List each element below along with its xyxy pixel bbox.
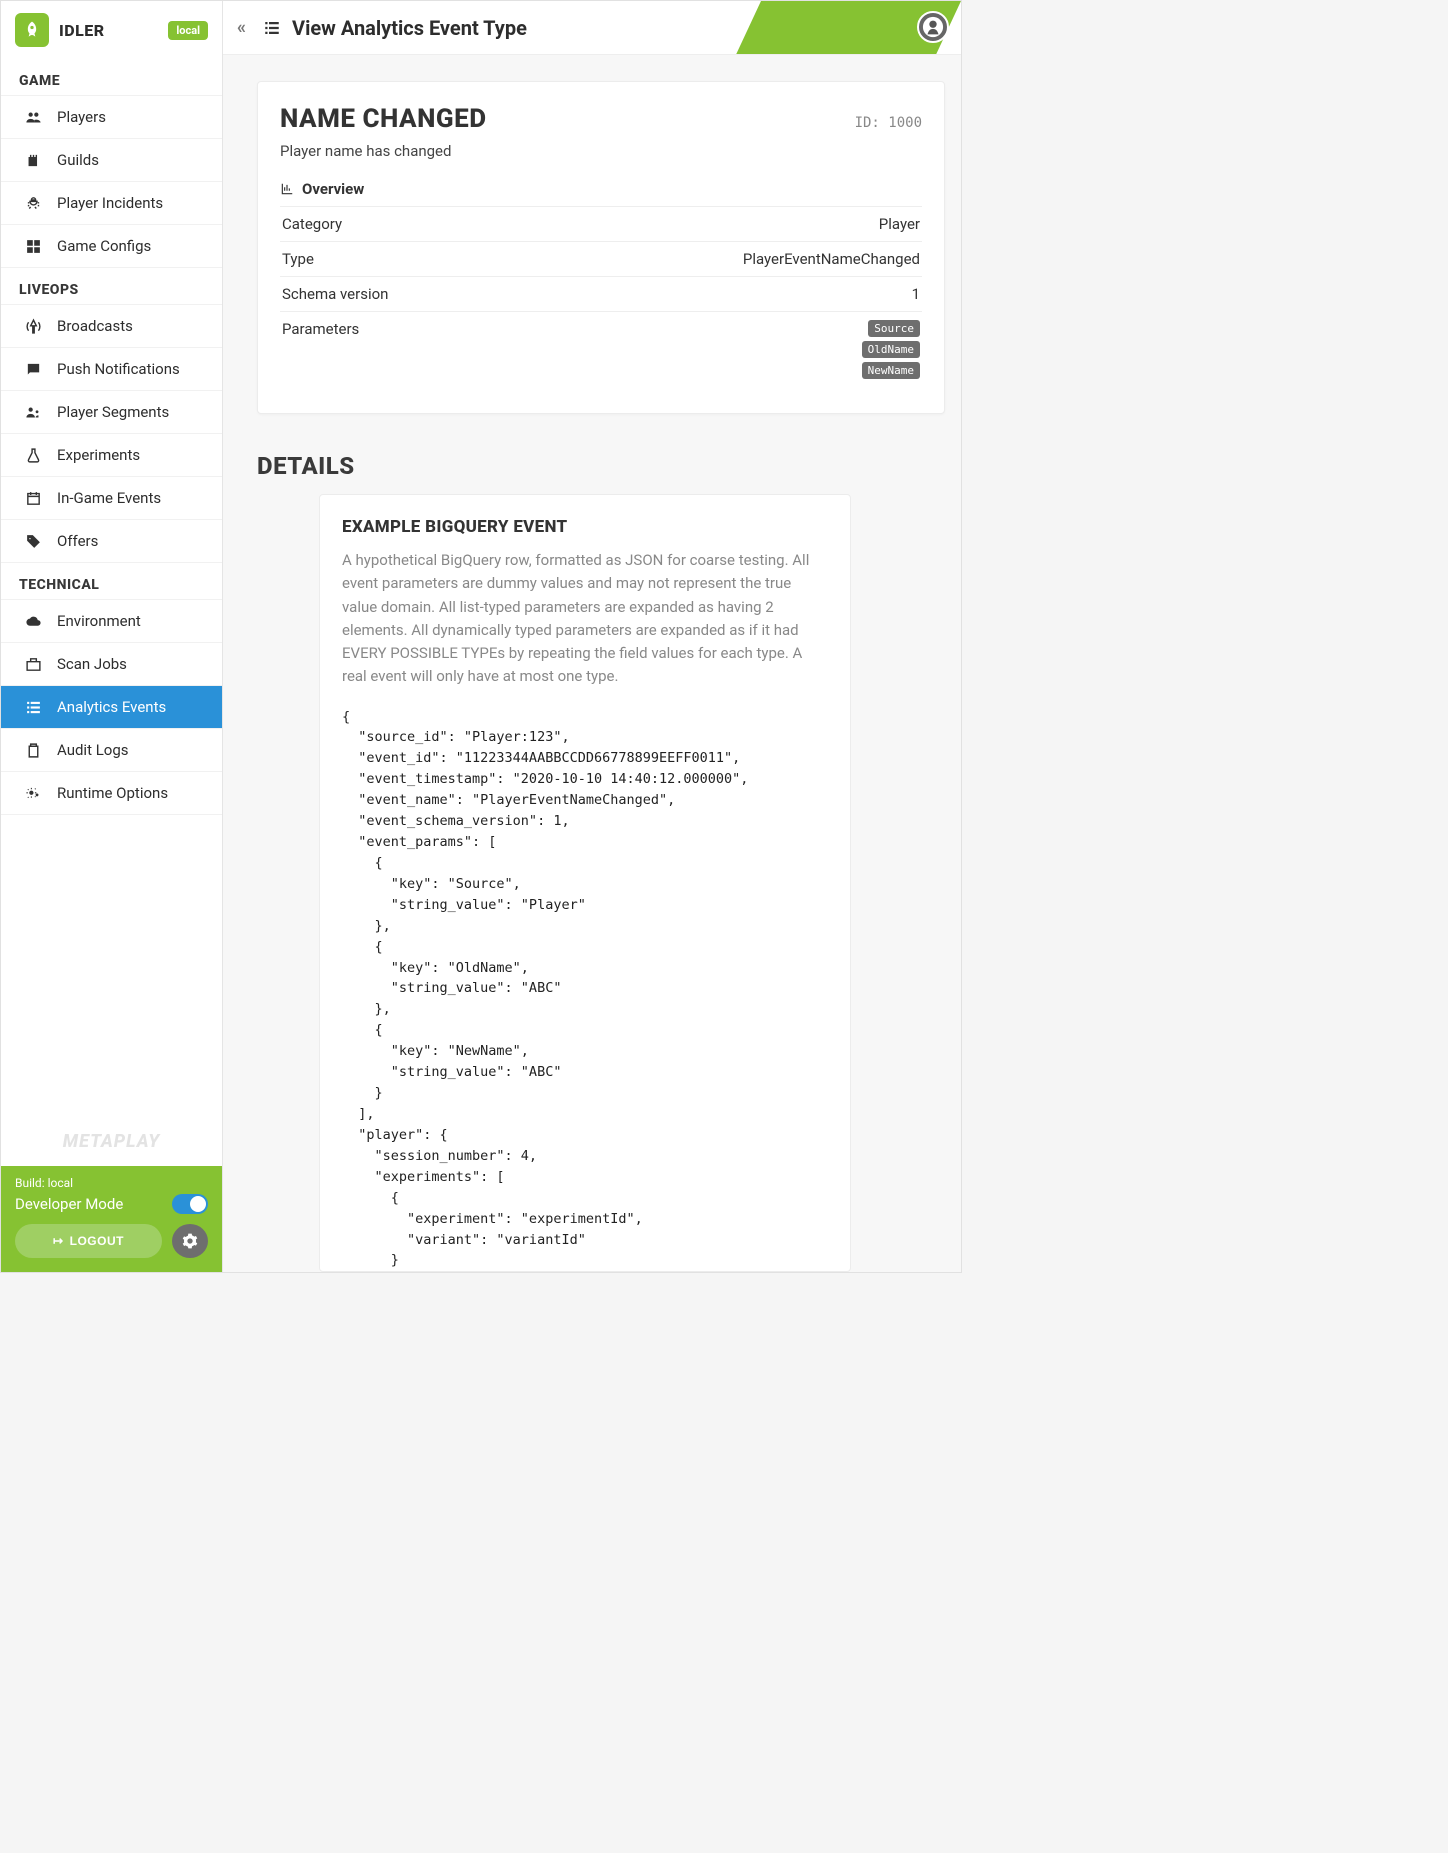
- tag-icon: [23, 533, 43, 550]
- sidebar-item-push-notifications[interactable]: Push Notifications: [1, 348, 222, 391]
- sidebar-item-label: Player Incidents: [57, 194, 163, 212]
- collapse-sidebar-button[interactable]: «: [237, 17, 246, 38]
- row-key: Schema version: [280, 277, 523, 312]
- sidebar-item-label: Player Segments: [57, 403, 169, 421]
- row-key: Category: [280, 207, 523, 242]
- castle-icon: [23, 152, 43, 169]
- topbar: « View Analytics Event Type: [223, 1, 961, 55]
- page-title: View Analytics Event Type: [292, 16, 527, 40]
- list-icon: [262, 19, 282, 37]
- chart-icon: [280, 182, 294, 196]
- sidebar-item-in-game-events[interactable]: In-Game Events: [1, 477, 222, 520]
- overview-label: Overview: [302, 180, 364, 198]
- sidebar-item-experiments[interactable]: Experiments: [1, 434, 222, 477]
- env-badge: local: [168, 21, 208, 40]
- sidebar-item-label: Players: [57, 108, 106, 126]
- table-row: TypePlayerEventNameChanged: [280, 242, 922, 277]
- gear-icon: [182, 1233, 198, 1249]
- sidebar-item-audit-logs[interactable]: Audit Logs: [1, 729, 222, 772]
- parameter-pills: Source OldName NewName: [525, 320, 920, 379]
- sidebar-item-broadcasts[interactable]: Broadcasts: [1, 304, 222, 348]
- overview-heading: Overview: [280, 180, 922, 198]
- brand-logo-icon: [15, 13, 49, 47]
- sidebar-item-label: Experiments: [57, 446, 140, 464]
- logout-icon: ↦: [53, 1234, 64, 1248]
- sidebar-item-label: Environment: [57, 612, 141, 630]
- cloud-icon: [23, 613, 43, 630]
- event-id: ID: 1000: [855, 115, 922, 131]
- main-content: « View Analytics Event Type NAME CHANGED…: [223, 1, 961, 1272]
- sidebar-item-label: In-Game Events: [57, 489, 161, 507]
- event-name: NAME CHANGED: [280, 104, 487, 134]
- brand-name: IDLER: [59, 21, 105, 40]
- row-value: PlayerEventNameChanged: [523, 242, 922, 277]
- sidebar-item-label: Game Configs: [57, 237, 151, 255]
- segment-icon: [23, 404, 43, 421]
- row-key: Parameters: [280, 312, 523, 388]
- table-row: CategoryPlayer: [280, 207, 922, 242]
- nav-section-title: LIVEOPS: [1, 268, 222, 304]
- row-value: Player: [523, 207, 922, 242]
- bug-icon: [23, 195, 43, 212]
- nav-section-title: GAME: [1, 59, 222, 95]
- users-icon: [23, 109, 43, 126]
- example-event-code: { "source_id": "Player:123", "event_id":…: [342, 707, 828, 1272]
- sidebar-item-label: Offers: [57, 532, 98, 550]
- grid-icon: [23, 238, 43, 255]
- table-row: Schema version1: [280, 277, 922, 312]
- sidebar-item-label: Scan Jobs: [57, 655, 127, 673]
- details-heading: DETAILS: [257, 452, 945, 480]
- logout-label: LOGOUT: [70, 1234, 124, 1248]
- antenna-icon: [23, 318, 43, 335]
- sidebar-footer-panel: Build: local Developer Mode ↦ LOGOUT: [1, 1166, 222, 1272]
- sidebar-item-player-segments[interactable]: Player Segments: [1, 391, 222, 434]
- sidebar-item-label: Push Notifications: [57, 360, 180, 378]
- event-description: Player name has changed: [280, 142, 922, 160]
- sidebar-item-label: Analytics Events: [57, 698, 166, 716]
- dev-mode-label: Developer Mode: [15, 1195, 123, 1213]
- row-key: Type: [280, 242, 523, 277]
- table-row: Parameters Source OldName NewName: [280, 312, 922, 388]
- sidebar-item-game-configs[interactable]: Game Configs: [1, 225, 222, 268]
- row-value: 1: [523, 277, 922, 312]
- gears-icon: [23, 785, 43, 802]
- sidebar-item-label: Guilds: [57, 151, 99, 169]
- chat-icon: [23, 361, 43, 378]
- user-avatar[interactable]: [917, 11, 949, 43]
- footer-brand: METAPLAY: [1, 1121, 222, 1166]
- settings-button[interactable]: [172, 1224, 208, 1258]
- parameter-pill: NewName: [862, 362, 920, 379]
- logout-button[interactable]: ↦ LOGOUT: [15, 1224, 162, 1258]
- flask-icon: [23, 447, 43, 464]
- sidebar-item-label: Broadcasts: [57, 317, 133, 335]
- overview-table: CategoryPlayer TypePlayerEventNameChange…: [280, 206, 922, 387]
- sidebar-item-players[interactable]: Players: [1, 95, 222, 139]
- example-event-title: EXAMPLE BIGQUERY EVENT: [342, 517, 828, 537]
- parameter-pill: Source: [868, 320, 920, 337]
- clipboard-icon: [23, 742, 43, 759]
- brand-header: IDLER local: [1, 1, 222, 59]
- calendar-icon: [23, 490, 43, 507]
- sidebar-item-scan-jobs[interactable]: Scan Jobs: [1, 643, 222, 686]
- sidebar-item-runtime-options[interactable]: Runtime Options: [1, 772, 222, 815]
- build-label: Build: local: [15, 1176, 208, 1190]
- example-event-description: A hypothetical BigQuery row, formatted a…: [342, 549, 828, 689]
- sidebar-item-environment[interactable]: Environment: [1, 599, 222, 643]
- nav-section-title: TECHNICAL: [1, 563, 222, 599]
- parameter-pill: OldName: [862, 341, 920, 358]
- sidebar-item-label: Runtime Options: [57, 784, 168, 802]
- overview-card: NAME CHANGED ID: 1000 Player name has ch…: [257, 81, 945, 414]
- sidebar: IDLER local GAME Players Guilds Player Inci…: [1, 1, 223, 1272]
- dev-mode-toggle[interactable]: [172, 1194, 208, 1214]
- sidebar-item-guilds[interactable]: Guilds: [1, 139, 222, 182]
- toolbox-icon: [23, 656, 43, 673]
- sidebar-item-label: Audit Logs: [57, 741, 129, 759]
- sidebar-item-player-incidents[interactable]: Player Incidents: [1, 182, 222, 225]
- example-event-card: EXAMPLE BIGQUERY EVENT A hypothetical Bi…: [319, 494, 851, 1272]
- list-icon: [23, 699, 43, 716]
- sidebar-item-analytics-events[interactable]: Analytics Events: [1, 686, 222, 729]
- sidebar-item-offers[interactable]: Offers: [1, 520, 222, 563]
